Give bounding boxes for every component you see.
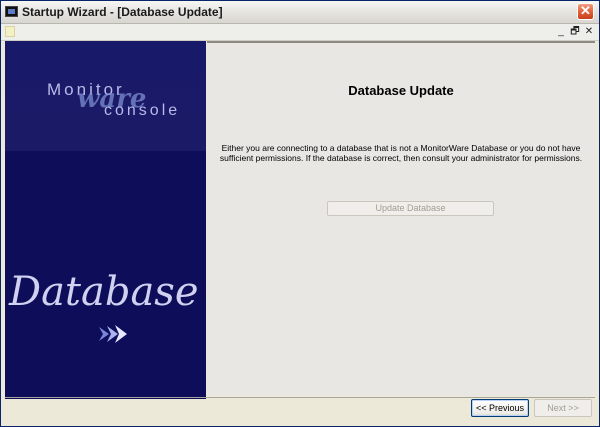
message-line-1: Either you are connecting to a database …: [221, 143, 581, 153]
wizard-content: Database Update Either you are connectin…: [207, 41, 595, 396]
monitorware-logo: Monitor ware console: [47, 80, 180, 119]
wizard-window: Startup Wizard - [Database Update] ✕ _ 🗗…: [0, 0, 600, 427]
close-icon: ✕: [580, 3, 591, 18]
info-message: Either you are connecting to a database …: [219, 143, 583, 163]
banner-text: Database: [8, 269, 199, 315]
database-banner: Database: [8, 269, 199, 315]
mdi-close-icon[interactable]: ✕: [583, 25, 595, 38]
minimize-icon[interactable]: _: [555, 25, 567, 38]
previous-button[interactable]: << Previous: [471, 399, 529, 417]
document-icon[interactable]: [5, 26, 15, 37]
update-database-button[interactable]: Update Database: [327, 201, 494, 216]
next-button[interactable]: Next >>: [534, 399, 592, 417]
window-close-button[interactable]: ✕: [577, 3, 594, 20]
message-line-2: sufficient permissions. If the database …: [219, 153, 583, 163]
page-title: Database Update: [348, 83, 454, 98]
window-title: Startup Wizard - [Database Update]: [22, 5, 223, 19]
arrows-logo-icon: [99, 325, 127, 343]
mdi-menubar: _ 🗗 ✕: [1, 24, 599, 41]
logo-word-bottom: console: [104, 102, 180, 119]
wizard-sidebar: Monitor ware console Database: [5, 41, 206, 399]
title-bar[interactable]: Startup Wizard - [Database Update] ✕: [1, 1, 599, 24]
restore-icon[interactable]: 🗗: [569, 25, 581, 38]
app-icon[interactable]: [5, 6, 18, 17]
footer-divider: [5, 397, 595, 398]
